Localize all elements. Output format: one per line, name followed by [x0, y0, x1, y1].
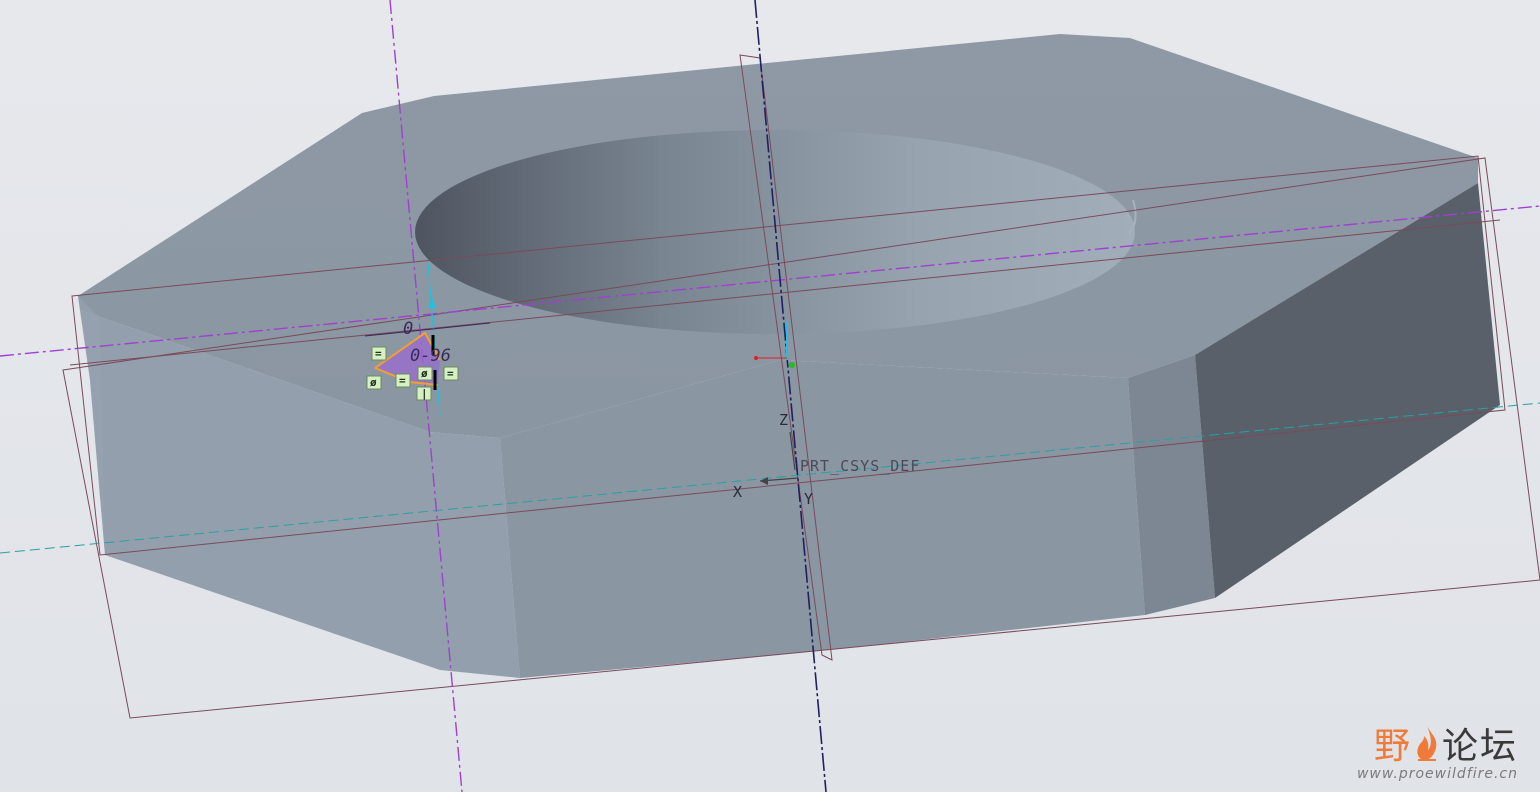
axis-label-y: Y: [804, 490, 813, 508]
flame-icon: [1412, 726, 1442, 767]
constraint-parallel-2: ø: [421, 367, 428, 380]
watermark-title: 野论坛: [1357, 724, 1518, 766]
hex-nut-model[interactable]: [78, 34, 1500, 678]
constraint-equal-1: =: [375, 347, 382, 360]
dimension-value: 0-96: [410, 346, 451, 366]
axis-label-z: Z: [779, 411, 788, 429]
constraint-parallel-1: ø: [370, 376, 377, 389]
constraint-equal-3: =: [447, 367, 454, 380]
model-scene[interactable]: PRT_CSYS_DEF Z X Y 0-96 0 = ø = ø = |: [0, 0, 1540, 792]
constraint-equal-2: =: [399, 374, 406, 387]
watermark-title-part2: 论坛: [1441, 726, 1518, 767]
dimension-short: 0: [403, 319, 413, 339]
watermark-url: www.proewildfire.cn: [1356, 766, 1518, 782]
constraint-vertical: |: [421, 387, 428, 400]
csys-label: PRT_CSYS_DEF: [800, 457, 920, 475]
forum-watermark: 野论坛 www.proewildfire.cn: [1357, 724, 1518, 782]
graphics-viewport[interactable]: PRT_CSYS_DEF Z X Y 0-96 0 = ø = ø = | 野 …: [0, 0, 1540, 792]
watermark-title-part1: 野: [1373, 726, 1412, 767]
axis-label-x: X: [733, 483, 742, 501]
